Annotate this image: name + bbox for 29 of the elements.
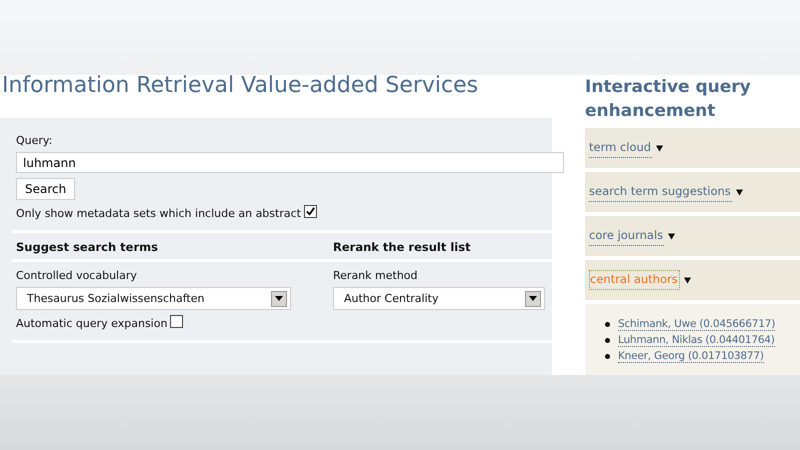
section-link[interactable]: central authors [589, 270, 680, 290]
caret-icon [656, 144, 664, 152]
author-link[interactable]: Schimank, Uwe (0.045666717) [618, 318, 776, 331]
rerank-method-label: Rerank method [333, 269, 418, 282]
section-link[interactable]: term cloud [589, 138, 652, 158]
query-label: Query: [16, 134, 52, 147]
sidebar-title: Interactive query enhancement [585, 76, 752, 123]
caret-icon [668, 232, 676, 240]
page-title: Information Retrieval Value-added Services [1, 75, 480, 100]
checkbox[interactable] [304, 205, 317, 218]
caret-icon [736, 188, 743, 196]
section-heading: Rerank the result list [333, 240, 472, 256]
author-link[interactable]: Luhmann, Niklas (0.04401764) [618, 334, 775, 347]
abstract-option-label: Only show metadata sets which include an abstract [16, 207, 301, 220]
query-field[interactable]: luhmann [16, 152, 564, 173]
bullet-icon [605, 322, 610, 327]
section-link[interactable]: search term suggestions [589, 182, 732, 202]
section-heading: Suggest search terms [16, 240, 159, 256]
search-button[interactable]: Search [16, 178, 76, 200]
vocabulary-dropdown[interactable]: Thesaurus Sozialwissenschaften [16, 287, 291, 310]
rerank-method-dropdown[interactable]: Author Centrality [333, 287, 545, 310]
expansion-label: Automatic query expansion [16, 317, 168, 330]
author-link[interactable]: Kneer, Georg (0.017103877) [618, 350, 764, 363]
bullet-icon [605, 338, 610, 343]
section-link[interactable]: core journals [589, 226, 664, 246]
bullet-icon [605, 354, 610, 359]
vocabulary-label: Controlled vocabulary [16, 269, 137, 282]
checkbox[interactable] [170, 315, 184, 328]
caret-icon [684, 276, 691, 284]
